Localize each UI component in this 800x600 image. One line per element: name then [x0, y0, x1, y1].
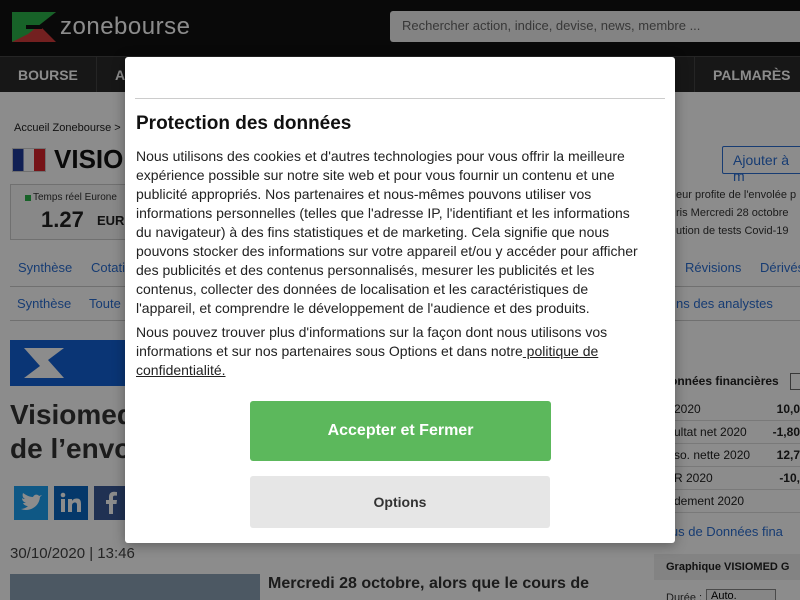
dialog-paragraph: Nous pouvez trouver plus d'informations …: [136, 323, 646, 380]
accept-close-button[interactable]: Accepter et Fermer: [250, 401, 551, 461]
dialog-paragraph: Nous utilisons des cookies et d'autres t…: [136, 148, 638, 316]
dialog-title: Protection des données: [136, 113, 352, 134]
divider: [135, 98, 665, 99]
options-button[interactable]: Options: [250, 476, 550, 528]
consent-dialog: Protection des données Nous utilisons de…: [125, 57, 675, 543]
